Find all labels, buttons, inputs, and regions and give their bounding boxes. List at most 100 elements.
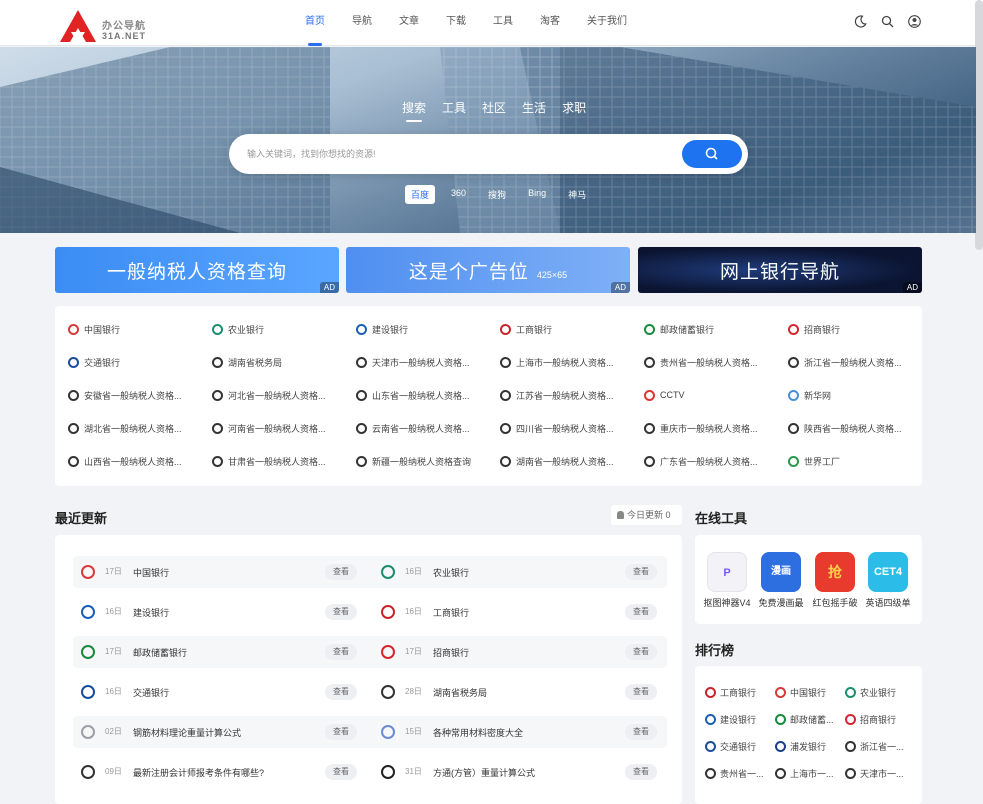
quick-link[interactable]: 云南省一般纳税人资格...	[356, 420, 486, 436]
nav-item-navigation[interactable]: 导航	[343, 0, 381, 46]
view-button[interactable]: 查看	[325, 724, 357, 740]
update-item[interactable]: 09日 最新注册会计师报考条件有哪些? 查看	[73, 756, 363, 788]
ranking-item[interactable]: 上海市一...	[775, 766, 843, 780]
quick-link[interactable]: 中国银行	[68, 321, 198, 337]
quick-link[interactable]: CCTV	[644, 387, 774, 403]
quick-link[interactable]: 交通银行	[68, 354, 198, 370]
update-item[interactable]: 28日 湖南省税务局 查看	[373, 676, 663, 708]
update-item[interactable]: 16日 建设银行 查看	[73, 596, 363, 628]
quick-link[interactable]: 江苏省一般纳税人资格...	[500, 387, 630, 403]
engine-baidu[interactable]: 百度	[405, 185, 436, 204]
update-item[interactable]: 16日 工商银行 查看	[373, 596, 663, 628]
quick-link[interactable]: 湖南省税务局	[212, 354, 342, 370]
view-button[interactable]: 查看	[625, 724, 657, 740]
quick-link[interactable]: 四川省一般纳税人资格...	[500, 420, 630, 436]
quick-link[interactable]: 广东省一般纳税人资格...	[644, 453, 774, 469]
nav-item-home[interactable]: 首页	[296, 0, 334, 46]
view-button[interactable]: 查看	[625, 644, 657, 660]
ranking-item[interactable]: 招商银行	[845, 712, 913, 726]
ranking-item[interactable]: 贵州省一...	[705, 766, 773, 780]
quick-link[interactable]: 贵州省一般纳税人资格...	[644, 354, 774, 370]
search-tab-community[interactable]: 社区	[482, 99, 506, 116]
tool-item[interactable]: 漫画 免费漫画最	[756, 552, 806, 609]
search-tab-jobs[interactable]: 求职	[562, 99, 586, 116]
site-favicon-icon	[356, 389, 367, 401]
quick-link[interactable]: 上海市一般纳税人资格...	[500, 354, 630, 370]
ad-banner-bank-nav[interactable]: 网上银行导航 AD	[638, 247, 922, 293]
search-tab-life[interactable]: 生活	[522, 99, 546, 116]
quick-link-label: 重庆市一般纳税人资格...	[660, 423, 758, 434]
ranking-item[interactable]: 交通银行	[705, 739, 773, 753]
quick-link[interactable]: 湖南省一般纳税人资格...	[500, 453, 630, 469]
view-button[interactable]: 查看	[625, 564, 657, 580]
nav-item-tools[interactable]: 工具	[484, 0, 522, 46]
quick-link[interactable]: 建设银行	[356, 321, 486, 337]
quick-link[interactable]: 河南省一般纳税人资格...	[212, 420, 342, 436]
site-logo[interactable]: 办公导航 31A.NET	[58, 8, 158, 44]
moon-icon[interactable]	[854, 15, 867, 28]
update-item[interactable]: 15日 各种常用材料密度大全 查看	[373, 716, 663, 748]
ranking-item[interactable]: 天津市一...	[845, 766, 913, 780]
tool-item[interactable]: 抢 红包摇手破	[810, 552, 860, 609]
user-icon[interactable]	[908, 15, 921, 28]
ranking-item[interactable]: 浦发银行	[775, 739, 843, 753]
quick-link[interactable]: 浙江省一般纳税人资格...	[788, 354, 918, 370]
page-scrollbar[interactable]	[975, 0, 983, 250]
nav-item-articles[interactable]: 文章	[390, 0, 428, 46]
view-button[interactable]: 查看	[325, 604, 357, 620]
nav-item-downloads[interactable]: 下载	[437, 0, 475, 46]
quick-link[interactable]: 世界工厂	[788, 453, 918, 469]
view-button[interactable]: 查看	[325, 644, 357, 660]
ad-banner-placeholder[interactable]: 这是个广告位 425×65 AD	[346, 247, 630, 293]
quick-link[interactable]: 招商银行	[788, 321, 918, 337]
nav-item-taoke[interactable]: 淘客	[531, 0, 569, 46]
view-button[interactable]: 查看	[625, 604, 657, 620]
update-item[interactable]: 16日 农业银行 查看	[373, 556, 663, 588]
quick-link[interactable]: 山西省一般纳税人资格...	[68, 453, 198, 469]
quick-link[interactable]: 甘肃省一般纳税人资格...	[212, 453, 342, 469]
update-item[interactable]: 16日 交通银行 查看	[73, 676, 363, 708]
update-item[interactable]: 17日 邮政储蓄银行 查看	[73, 636, 363, 668]
engine-sogou[interactable]: 搜狗	[482, 185, 512, 204]
quick-link[interactable]: 安徽省一般纳税人资格...	[68, 387, 198, 403]
ranking-item[interactable]: 浙江省一...	[845, 739, 913, 753]
quick-link[interactable]: 新华网	[788, 387, 918, 403]
ad-banner-taxpayer[interactable]: 一般纳税人资格查询 AD	[55, 247, 339, 293]
search-tab-search[interactable]: 搜索	[402, 99, 426, 122]
view-button[interactable]: 查看	[325, 764, 357, 780]
quick-link[interactable]: 山东省一般纳税人资格...	[356, 387, 486, 403]
update-item[interactable]: 17日 中国银行 查看	[73, 556, 363, 588]
quick-link[interactable]: 新疆一般纳税人资格查询	[356, 453, 486, 469]
engine-shenma[interactable]: 神马	[562, 185, 592, 204]
tool-item[interactable]: P 抠图神器V4	[702, 552, 752, 609]
view-button[interactable]: 查看	[325, 684, 357, 700]
view-button[interactable]: 查看	[625, 684, 657, 700]
ranking-item[interactable]: 建设银行	[705, 712, 773, 726]
update-item[interactable]: 31日 方通(方管）重量计算公式 查看	[373, 756, 663, 788]
engine-360[interactable]: 360	[445, 185, 472, 204]
quick-link[interactable]: 重庆市一般纳税人资格...	[644, 420, 774, 436]
nav-item-about[interactable]: 关于我们	[578, 0, 636, 46]
quick-link[interactable]: 天津市一般纳税人资格...	[356, 354, 486, 370]
search-tab-tools[interactable]: 工具	[442, 99, 466, 116]
quick-link[interactable]: 陕西省一般纳税人资格...	[788, 420, 918, 436]
today-updates-badge[interactable]: 今日更新 0	[611, 505, 682, 525]
quick-link[interactable]: 邮政储蓄银行	[644, 321, 774, 337]
quick-link[interactable]: 农业银行	[212, 321, 342, 337]
update-item[interactable]: 02日 钢筋材料理论重量计算公式 查看	[73, 716, 363, 748]
tool-item[interactable]: CET4 英语四级单	[863, 552, 913, 609]
engine-bing[interactable]: Bing	[522, 185, 552, 204]
ranking-item[interactable]: 农业银行	[845, 685, 913, 699]
view-button[interactable]: 查看	[625, 764, 657, 780]
search-input[interactable]	[247, 144, 667, 164]
update-item[interactable]: 17日 招商银行 查看	[373, 636, 663, 668]
search-icon[interactable]	[881, 15, 894, 28]
quick-link[interactable]: 湖北省一般纳税人资格...	[68, 420, 198, 436]
ranking-item[interactable]: 邮政储蓄...	[775, 712, 843, 726]
view-button[interactable]: 查看	[325, 564, 357, 580]
search-submit-button[interactable]	[682, 140, 742, 168]
ranking-item[interactable]: 工商银行	[705, 685, 773, 699]
ranking-item[interactable]: 中国银行	[775, 685, 843, 699]
quick-link[interactable]: 工商银行	[500, 321, 630, 337]
quick-link[interactable]: 河北省一般纳税人资格...	[212, 387, 342, 403]
